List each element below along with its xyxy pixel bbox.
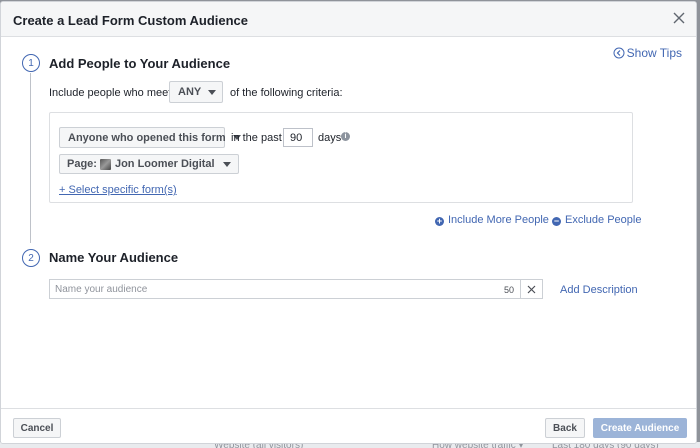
days-label: days — [318, 132, 342, 144]
event-value: Anyone who opened this form — [68, 131, 226, 144]
include-more-label: Include More People — [448, 214, 549, 226]
show-tips-label: Show Tips — [626, 46, 682, 60]
close-button[interactable] — [671, 10, 687, 26]
match-type-dropdown[interactable]: ANY — [169, 81, 223, 103]
create-audience-button[interactable]: Create Audience — [593, 418, 687, 438]
clear-name-button[interactable] — [520, 279, 543, 299]
exclude-label: Exclude People — [565, 214, 642, 226]
include-more-people-link[interactable]: + Include More People — [435, 214, 549, 226]
select-forms-link[interactable]: + Select specific form(s) — [59, 184, 177, 196]
minus-circle-icon: − — [552, 216, 561, 226]
step-1-title: Add People to Your Audience — [49, 56, 231, 71]
chevron-down-icon — [223, 162, 231, 167]
add-description-link[interactable]: Add Description — [560, 284, 638, 296]
dialog-title: Create a Lead Form Custom Audience — [13, 13, 249, 28]
exclude-people-link[interactable]: − Exclude People — [552, 214, 641, 226]
step-1-indicator: 1 — [22, 54, 40, 72]
close-icon — [527, 285, 536, 293]
create-audience-dialog: Create a Lead Form Custom Audience Show … — [0, 1, 697, 444]
plus-circle-icon: + — [435, 216, 444, 226]
page-avatar — [99, 158, 111, 170]
page-dropdown[interactable]: Page: Jon Loomer Digital — [59, 154, 239, 174]
include-prefix-text: Include people who meet — [49, 87, 172, 99]
step-2-title: Name Your Audience — [49, 250, 179, 265]
chevron-down-icon — [208, 89, 217, 95]
char-count: 50 — [504, 285, 515, 295]
close-icon — [673, 12, 685, 24]
info-icon[interactable]: i — [341, 132, 350, 141]
audience-name-input[interactable] — [49, 279, 521, 299]
match-type-value: ANY — [178, 86, 202, 98]
step-2-indicator: 2 — [22, 249, 40, 267]
chevron-left-circle-icon — [613, 47, 625, 59]
page-label: Page: — [67, 158, 97, 170]
page-value: Jon Loomer Digital — [114, 158, 215, 170]
in-the-past-text: in the past — [231, 132, 282, 144]
dialog-footer: Cancel Back Create Audience — [1, 408, 696, 443]
show-tips-link[interactable]: Show Tips — [613, 46, 682, 60]
include-suffix-text: of the following criteria: — [230, 87, 343, 99]
cancel-button[interactable]: Cancel — [13, 418, 61, 438]
event-dropdown[interactable]: Anyone who opened this form — [59, 127, 241, 148]
retention-days-input[interactable] — [283, 128, 313, 147]
back-button[interactable]: Back — [545, 418, 585, 438]
step-connector-line — [30, 73, 31, 243]
dialog-header: Create a Lead Form Custom Audience — [1, 2, 696, 37]
